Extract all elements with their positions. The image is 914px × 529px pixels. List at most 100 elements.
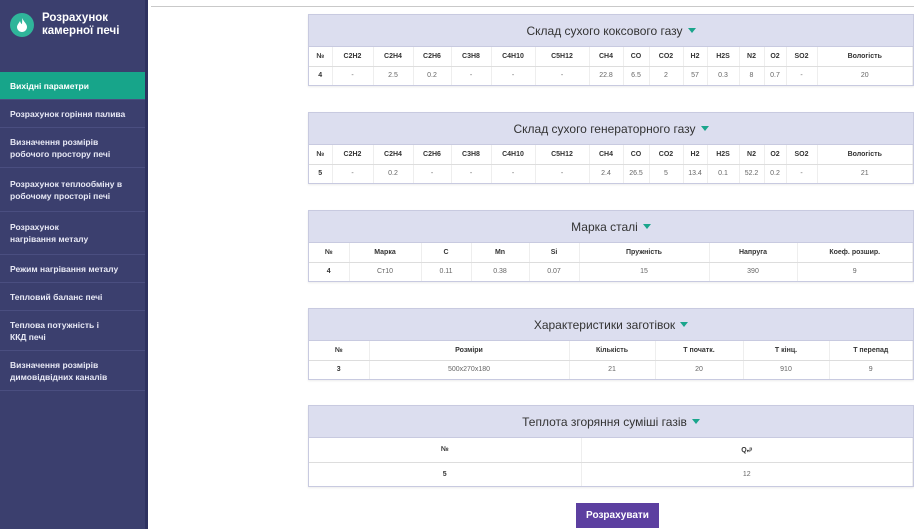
table-row[interactable]: 5-0.2- - - -2.4 26.5 5 13.4 0.1 52.2 0.2-21: [309, 164, 913, 183]
table-row[interactable]: 3 500x270x180 21 20 910 9: [309, 360, 913, 379]
table-header-row: № Марка C Mn Si Пружність Напруга Коеф. розшир.: [309, 243, 913, 263]
caret-down-icon: [700, 126, 709, 131]
sidebar-item-input-params[interactable]: Вихідні параметри: [0, 72, 145, 100]
col-header: C4H10: [491, 47, 536, 67]
sidebar-item-heating-mode[interactable]: Режим нагрівання металу: [0, 255, 145, 283]
table-cell: -: [786, 66, 818, 85]
table-cell: 0.11: [421, 262, 472, 281]
col-header: N2: [739, 47, 765, 67]
sidebar-item-heat-balance[interactable]: Тепловий баланс печі: [0, 283, 145, 311]
table-cell: -: [535, 66, 590, 85]
table-cell: 8: [739, 66, 765, 85]
table-cell: 9: [797, 262, 913, 281]
gen-gas-panel: Склад сухого генераторного газу № C2H2 C2H…: [308, 112, 914, 184]
sidebar-item-label: Визначення розмірів димовідвідних каналі…: [10, 359, 108, 382]
table-row[interactable]: 4 Ст10 0.11 0.38 0.07 15 390 9: [309, 262, 913, 281]
sidebar-item-metal-heating-calc[interactable]: Розрахунок нагрівання металу: [0, 212, 145, 255]
table-cell: 0.1: [707, 164, 740, 183]
table-cell: -: [413, 164, 452, 183]
table-cell: 9: [829, 360, 913, 379]
coke-gas-title: Склад сухого коксового газу: [526, 23, 683, 38]
gen-gas-header[interactable]: Склад сухого генераторного газу: [309, 113, 913, 145]
col-header: Вологість: [817, 145, 913, 165]
billets-panel: Характеристики заготівок № Розміри Кількіс…: [308, 308, 914, 380]
heat-header[interactable]: Теплота згоряння суміші газів: [309, 406, 913, 438]
col-header: Кількість: [569, 341, 656, 361]
table-cell: 20: [817, 66, 913, 85]
col-header: №: [309, 145, 333, 165]
table-header-row: № Розміри Кількість Т початк. Т кінц. Т переп…: [309, 341, 913, 361]
col-header: SO2: [786, 47, 818, 67]
table-cell: 4: [309, 262, 350, 281]
billets-header[interactable]: Характеристики заготівок: [309, 309, 913, 341]
sidebar-item-flue-channels[interactable]: Визначення розмірів димовідвідних каналі…: [0, 351, 145, 391]
col-header: CH4: [589, 145, 624, 165]
heat-panel: Теплота згоряння суміші газів № Qₙᵖ 5 12: [308, 405, 914, 487]
table-cell: -: [491, 66, 536, 85]
steel-table: № Марка C Mn Si Пружність Напруга Коеф. розшир.…: [309, 243, 913, 281]
table-cell: 15: [579, 262, 710, 281]
col-header: Напруга: [709, 243, 798, 263]
table-cell: 0.07: [529, 262, 580, 281]
sidebar-item-label: Теплова потужність і ККД печі: [10, 319, 99, 342]
gen-gas-title: Склад сухого генераторного газу: [513, 121, 696, 136]
billets-table: № Розміри Кількість Т початк. Т кінц. Т переп…: [309, 341, 913, 379]
col-header: O2: [764, 47, 787, 67]
col-header: H2: [683, 145, 708, 165]
sidebar-item-heat-exchange[interactable]: Розрахунок теплообміну в робочому просто…: [0, 168, 145, 212]
sidebar-item-fuel-combustion[interactable]: Розрахунок горіння палива: [0, 100, 145, 128]
table-cell: -: [491, 164, 536, 183]
sidebar-item-label: Вихідні параметри: [10, 80, 89, 91]
col-header: Mn: [471, 243, 530, 263]
coke-gas-header[interactable]: Склад сухого коксового газу: [309, 15, 913, 47]
table-cell: -: [786, 164, 818, 183]
table-cell: 6.5: [623, 66, 650, 85]
table-cell: 13.4: [683, 164, 708, 183]
col-header: Т кінц.: [743, 341, 830, 361]
table-cell: 390: [709, 262, 798, 281]
table-cell: 500x270x180: [369, 360, 570, 379]
table-cell: Ст10: [349, 262, 422, 281]
caret-down-icon: [687, 28, 696, 33]
table-cell: 2: [649, 66, 684, 85]
col-header: C5H12: [535, 145, 590, 165]
coke-gas-table: № C2H2 C2H4 C2H6 C3H8 C4H10 C5H12 CH4 CO CO2 H2 H2S…: [309, 47, 913, 85]
table-cell: -: [451, 164, 492, 183]
table-cell: 4: [309, 66, 333, 85]
col-header: C2H4: [373, 47, 414, 67]
calculate-button[interactable]: Розрахувати: [576, 503, 659, 528]
table-cell: 52.2: [739, 164, 765, 183]
table-row[interactable]: 5 12: [309, 462, 913, 486]
sidebar-item-label: Розрахунок нагрівання металу: [10, 222, 89, 244]
col-header: C3H8: [451, 47, 492, 67]
table-cell: -: [332, 66, 374, 85]
col-header: SO2: [786, 145, 818, 165]
gen-gas-table: № C2H2 C2H4 C2H6 C3H8 C4H10 C5H12 CH4 CO CO2 H2 H2S…: [309, 145, 913, 183]
sidebar-item-workspace-dimensions[interactable]: Визначення розмірів робочого простору пе…: [0, 128, 145, 168]
col-header: C2H6: [413, 145, 452, 165]
table-row[interactable]: 4-2.5 0.2- - -22.8 6.5 2 57 0.3 8 0.7-20: [309, 66, 913, 85]
col-header: Т перепад: [829, 341, 913, 361]
table-cell: 0.7: [764, 66, 787, 85]
app-frame: Розрахунок камерної печі Вихідні парамет…: [0, 0, 914, 529]
table-cell: 0.2: [764, 164, 787, 183]
coke-gas-panel: Склад сухого коксового газу № C2H2 C2H4 C2H…: [308, 14, 914, 86]
table-cell: 2.5: [373, 66, 414, 85]
brand[interactable]: Розрахунок камерної печі: [0, 0, 145, 50]
col-header: Вологість: [817, 47, 913, 67]
app-title-line1: Розрахунок: [42, 12, 109, 24]
sidebar-item-label: Режим нагрівання металу: [10, 263, 119, 274]
sidebar-menu: Вихідні параметри Розрахунок горіння пал…: [0, 72, 145, 391]
table-cell: -: [451, 66, 492, 85]
table-cell: 22.8: [589, 66, 624, 85]
col-header: Марка: [349, 243, 422, 263]
col-header: №: [309, 243, 350, 263]
table-cell: 0.2: [373, 164, 414, 183]
col-header: C2H4: [373, 145, 414, 165]
col-header: №: [309, 47, 333, 67]
col-header: Пружність: [579, 243, 710, 263]
steel-header[interactable]: Марка сталі: [309, 211, 913, 243]
sidebar-item-label: Розрахунок теплообміну в робочому просто…: [10, 178, 123, 201]
table-cell: 2.4: [589, 164, 624, 183]
sidebar-item-power-efficiency[interactable]: Теплова потужність і ККД печі: [0, 311, 145, 351]
